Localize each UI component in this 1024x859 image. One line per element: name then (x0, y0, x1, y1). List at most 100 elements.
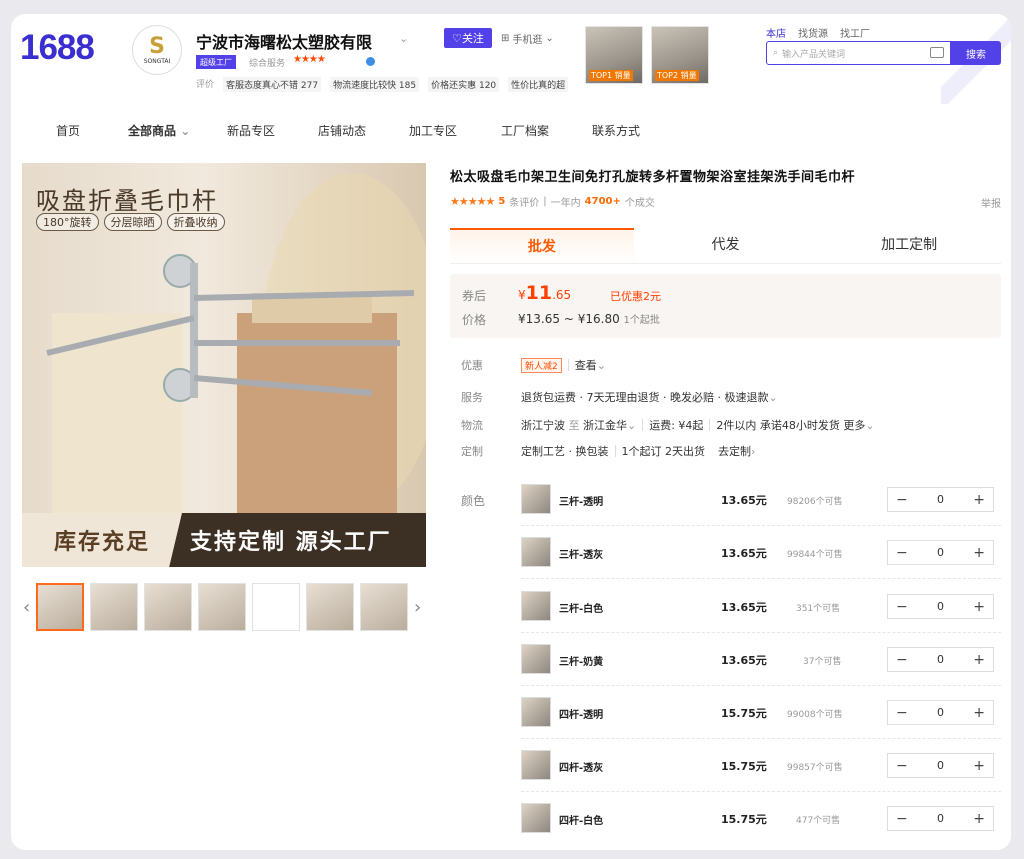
gallery-thumbnail[interactable] (90, 583, 138, 631)
minus-button[interactable]: − (896, 758, 908, 774)
quantity-stepper: − 0 + (887, 647, 994, 672)
plus-button[interactable]: + (973, 705, 985, 721)
review-summary: ★★★★★ 5 条评价 | 一年内 4700+ 个成交 (450, 194, 655, 209)
page-card: 1688 S SONGTAI 宁波市海曙松太塑胶有限 ⌄ ♡ 关注 ⊞ 手机逛 ⌄ 超… (11, 14, 1011, 850)
variant-image[interactable] (521, 484, 551, 514)
scope-this-shop[interactable]: 本店 (766, 25, 786, 40)
search-input[interactable]: ⌕ 输入产品关键词 (766, 41, 951, 65)
search-button[interactable]: 搜索 (951, 41, 1001, 65)
minus-button[interactable]: − (896, 811, 908, 827)
info-dot-icon[interactable] (366, 57, 375, 66)
nav-all-products[interactable]: 全部商品 ⌄ (128, 122, 190, 139)
gallery-thumbnail[interactable] (252, 583, 300, 631)
service-text[interactable]: 退货包运费 · 7天无理由退货 · 晚发必赔 · 极速退款 (521, 389, 768, 405)
review-count[interactable]: 5 (498, 196, 505, 207)
price-box: 券后 ¥11.65 已优惠2元 价格 ¥13.65 ~ ¥16.80 1个起批 (450, 274, 1001, 338)
scope-find-factory[interactable]: 找工厂 (840, 25, 870, 40)
variant-name: 三杆-透灰 (559, 550, 604, 561)
logistics-row: 物流 浙江宁波 至 浙江金华 ⌄ 运费: ¥4起 2件以内 承诺48小时发货 更多… (461, 417, 875, 433)
gallery-thumbnail[interactable] (360, 583, 408, 631)
more-link[interactable]: 更多 (843, 417, 865, 433)
rating-stars: ★★★★★ (450, 195, 495, 208)
minus-button[interactable]: − (896, 492, 908, 508)
main-product-image[interactable]: 吸盘折叠毛巾杆 180°旋转 分层晾晒 折叠收纳 库存充足 支持定制 源头工厂 (22, 163, 426, 567)
minus-button[interactable]: − (896, 599, 908, 615)
review-label[interactable]: 条评价 (509, 194, 539, 209)
variant-image[interactable] (521, 591, 551, 621)
shop-name[interactable]: 宁波市海曙松太塑胶有限 (196, 29, 372, 53)
coupon-price-label: 券后 (462, 289, 487, 303)
gallery-thumbnail[interactable] (36, 583, 84, 631)
quantity-input[interactable]: 0 (937, 546, 944, 559)
gallery-thumbnail[interactable] (306, 583, 354, 631)
rating-tag: 客服态度真心不错 277 (223, 77, 322, 92)
nav-factory-profile[interactable]: 工厂档案 (501, 122, 549, 139)
top-product-thumb[interactable]: TOP1 销量 (585, 26, 643, 84)
variant-stock: 477个可售 (796, 816, 841, 826)
variant-image[interactable] (521, 537, 551, 567)
top-product-thumb[interactable]: TOP2 销量 (651, 26, 709, 84)
custom-text: 定制工艺 · 换包装 (521, 445, 609, 458)
promo-view-link[interactable]: 查看 (575, 357, 597, 373)
search-icon: ⌕ (773, 48, 779, 58)
follow-button[interactable]: ♡ 关注 (444, 28, 492, 48)
chevron-down-icon[interactable]: ⌄ (399, 32, 408, 45)
nav-shop-news[interactable]: 店铺动态 (318, 122, 366, 139)
variant-image[interactable] (521, 803, 551, 833)
promo-label: 优惠 (461, 359, 483, 372)
plus-button[interactable]: + (973, 492, 985, 508)
quantity-input[interactable]: 0 (937, 812, 944, 825)
scope-find-goods[interactable]: 找货源 (798, 25, 828, 40)
site-logo[interactable]: 1688 (20, 28, 95, 68)
chevron-right-icon[interactable]: › (414, 597, 421, 618)
variant-image[interactable] (521, 644, 551, 674)
chevron-down-icon: ⌄ (545, 32, 554, 44)
plus-button[interactable]: + (973, 811, 985, 827)
logistics-label: 物流 (461, 419, 483, 432)
minus-button[interactable]: − (896, 705, 908, 721)
banner-right-text: 支持定制 源头工厂 (190, 530, 392, 555)
quantity-input[interactable]: 0 (937, 706, 944, 719)
quantity-input[interactable]: 0 (937, 759, 944, 772)
variant-stock: 99857个可售 (787, 763, 843, 773)
color-label: 颜色 (461, 494, 486, 508)
new-user-badge[interactable]: 新人减2 (521, 357, 562, 373)
plus-button[interactable]: + (973, 758, 985, 774)
rank-badge: TOP2 销量 (655, 70, 699, 81)
chevron-right-icon: › (751, 444, 756, 458)
plus-button[interactable]: + (973, 652, 985, 668)
quantity-input[interactable]: 0 (937, 493, 944, 506)
shop-avatar[interactable]: S SONGTAI (132, 25, 182, 75)
logistics-to[interactable]: 浙江金华 (583, 417, 627, 433)
go-custom-link[interactable]: 去定制 (718, 443, 751, 459)
variant-price: 15.75元 (721, 760, 767, 773)
rating-tag: 价格还实惠 120 (428, 77, 500, 92)
quantity-input[interactable]: 0 (937, 653, 944, 666)
camera-icon[interactable] (930, 47, 944, 58)
feature-pill: 分层晾晒 (103, 213, 162, 231)
nav-processing[interactable]: 加工专区 (409, 122, 457, 139)
variant-price: 13.65元 (721, 547, 767, 560)
minus-button[interactable]: − (896, 652, 908, 668)
nav-home[interactable]: 首页 (56, 122, 80, 139)
feature-pill: 180°旋转 (36, 213, 99, 231)
tab-wholesale[interactable]: 批发 (450, 228, 634, 263)
gallery-thumbnail[interactable] (144, 583, 192, 631)
chevron-left-icon[interactable]: ‹ (23, 597, 30, 618)
mobile-browse-button[interactable]: ⊞ 手机逛 ⌄ (501, 28, 554, 48)
gallery-thumbnail[interactable] (198, 583, 246, 631)
minus-button[interactable]: − (896, 545, 908, 561)
variant-image[interactable] (521, 750, 551, 780)
plus-button[interactable]: + (973, 599, 985, 615)
quantity-stepper: − 0 + (887, 700, 994, 725)
tab-dropship[interactable]: 代发 (634, 228, 818, 263)
nav-new-products[interactable]: 新品专区 (227, 122, 275, 139)
variant-image[interactable] (521, 697, 551, 727)
nav-contact[interactable]: 联系方式 (592, 122, 640, 139)
tab-custom[interactable]: 加工定制 (817, 228, 1001, 263)
report-link[interactable]: 举报 (981, 195, 1001, 210)
quantity-input[interactable]: 0 (937, 600, 944, 613)
variant-row: 四杆-白色 15.75元 477个可售 − 0 + (521, 792, 1001, 845)
plus-button[interactable]: + (973, 545, 985, 561)
variant-price: 13.65元 (721, 494, 767, 507)
